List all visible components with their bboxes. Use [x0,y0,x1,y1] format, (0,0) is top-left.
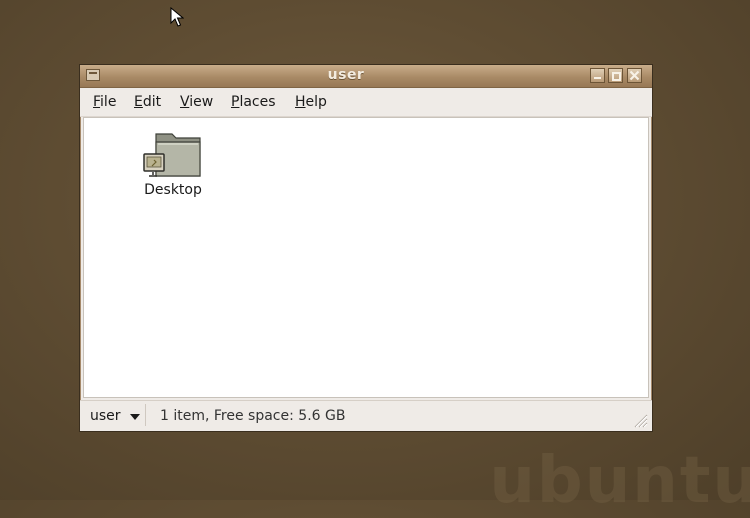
chevron-down-icon [130,414,140,420]
minimize-button[interactable] [590,68,605,83]
menu-file[interactable]: File [93,94,116,110]
menu-view[interactable]: View [180,94,213,110]
maximize-button[interactable] [608,68,623,83]
title-bar[interactable]: user [80,65,652,88]
file-label: Desktop [144,182,202,198]
window-title: user [327,67,365,83]
file-view[interactable]: Desktop [83,117,649,398]
location-label: user [90,408,121,424]
menu-edit[interactable]: Edit [134,94,161,110]
resize-grip-icon[interactable] [632,412,648,428]
menu-bar: File Edit View Places Help [80,88,652,117]
menu-places[interactable]: Places [231,94,276,110]
status-text: 1 item, Free space: 5.6 GB [160,408,346,424]
status-bar: user 1 item, Free space: 5.6 GB [80,400,652,431]
close-icon [629,70,640,81]
file-item-desktop[interactable]: Desktop [136,128,210,198]
mouse-pointer-icon [170,7,184,27]
menu-help[interactable]: Help [295,94,327,110]
close-button[interactable] [627,68,642,83]
location-dropdown[interactable]: user [84,404,146,426]
desktop-watermark: ubuntu [489,444,750,518]
folder-desktop-icon [143,133,201,177]
file-manager-window: user File Edit View Places Help Desktop … [79,64,653,432]
